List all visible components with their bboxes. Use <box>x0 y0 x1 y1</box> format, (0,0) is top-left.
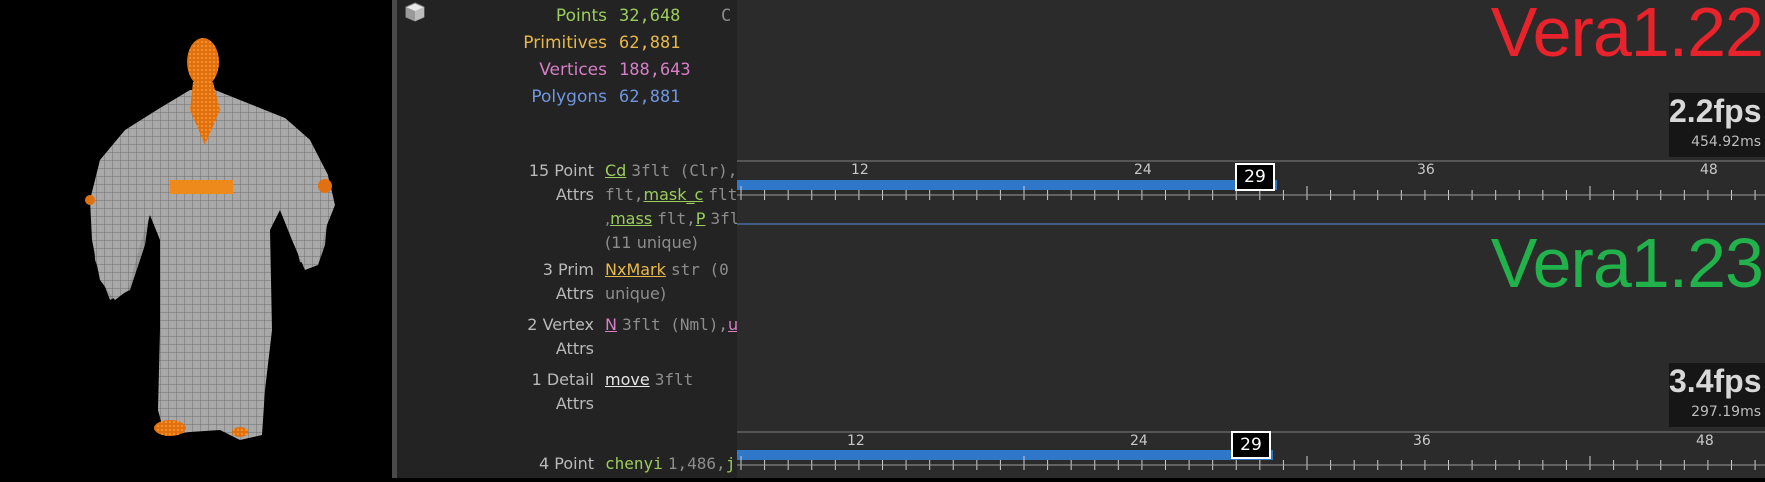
tick-24-bottom: 24 <box>1130 433 1148 449</box>
attr-p-link[interactable]: P <box>696 209 706 228</box>
attr-n-link[interactable]: N <box>605 315 617 334</box>
tick-12-top: 12 <box>851 162 869 178</box>
point-attrs-word: Attrs <box>555 185 594 204</box>
prim-attrs-list: NxMark str (0 un unique) <box>605 258 737 306</box>
tick-24-top: 24 <box>1134 162 1152 178</box>
point-attrs-label: 15 Point Attrs <box>397 159 594 207</box>
ms-top: 454.92ms <box>1691 134 1761 150</box>
vertices-label: Vertices <box>539 60 607 80</box>
tick-12-bottom: 12 <box>847 433 865 449</box>
vertex-attrs-word: Attrs <box>555 339 594 358</box>
detail-attrs-label: 1 Detail Attrs <box>397 368 594 416</box>
vertex-attrs-count: 2 Vertex <box>527 315 594 334</box>
points-label: Points <box>555 6 607 26</box>
point-attrs-list: Cd 3flt (Clr),dra flt,mask_c flt ,mass f… <box>605 159 737 255</box>
perf-panel-top: Vera1.22 2.2fps 454.92ms 12 24 36 48 29 <box>737 0 1765 225</box>
tick-36-bottom: 36 <box>1413 433 1431 449</box>
attr-cd-link[interactable]: Cd <box>605 161 626 180</box>
tick-48-bottom: 48 <box>1696 433 1714 449</box>
tick-48-top: 48 <box>1700 162 1718 178</box>
attr-nxmark-type: str (0 un <box>670 260 737 279</box>
point-unique-count: (11 unique) <box>605 233 698 252</box>
prim-unique-count: unique) <box>605 284 667 303</box>
attr-p-type: 3fl <box>710 209 737 228</box>
column-cutoff: C <box>721 6 732 26</box>
detail-attrs-list: move 3flt <box>605 368 737 392</box>
geometry-info-panel: Points 32,648 C Primitives 62,881 Vertic… <box>397 0 737 478</box>
primitives-label: Primitives <box>523 33 607 53</box>
perf-panel-bottom: Vera1.23 3.4fps 297.19ms 12 24 36 48 29 <box>737 225 1765 478</box>
attr-uv-link[interactable]: uv <box>728 315 737 334</box>
point2-attrs-label: 4 Point <box>539 454 594 473</box>
attr-move-type: 3flt <box>654 370 694 389</box>
vertices-value: 188,643 <box>619 60 691 80</box>
points-value: 32,648 <box>619 6 681 26</box>
attr-chenyi-value: 1,486, <box>667 454 726 473</box>
prim-attrs-label: 3 Prim Attrs <box>397 258 594 306</box>
attr-cd-type: 3flt (Clr), <box>631 161 737 180</box>
attr-mask-type: flt <box>708 185 737 204</box>
fps-top: 2.2fps <box>1669 93 1762 129</box>
timeline-bottom[interactable]: 12 24 36 48 29 <box>737 429 1765 478</box>
attr-chenyi[interactable]: chenyi <box>605 454 663 473</box>
version-label-bottom: Vera1.23 <box>1490 225 1764 302</box>
detail-attrs-count: 1 Detail <box>531 370 594 389</box>
ms-bottom: 297.19ms <box>1691 404 1761 420</box>
fps-box-bottom: 3.4fps 297.19ms <box>1669 363 1765 427</box>
frame-marker-bottom[interactable]: 29 <box>1231 431 1271 459</box>
garment-model-image <box>85 38 335 440</box>
fps-box-top: 2.2fps 454.92ms <box>1669 93 1765 157</box>
version-label-top: Vera1.22 <box>1490 0 1764 71</box>
vertex-attrs-label: 2 Vertex Attrs <box>397 313 594 361</box>
vertex-attrs-list: N 3flt (Nml),uv <box>605 313 737 337</box>
fps-bottom: 3.4fps <box>1669 363 1762 399</box>
attr-mass-link[interactable]: mass <box>610 209 652 228</box>
frame-marker-top[interactable]: 29 <box>1235 163 1275 191</box>
primitives-value: 62,881 <box>619 33 681 53</box>
attr-n-type: 3flt (Nml), <box>622 315 729 334</box>
point2-attrs-list: chenyi 1,486,j <box>605 452 737 476</box>
attr-move-link[interactable]: move <box>605 370 650 389</box>
viewport-3d[interactable] <box>0 0 392 478</box>
attr-flt-type: flt, <box>605 185 644 204</box>
attr-mass-type: flt, <box>657 209 696 228</box>
attr-j[interactable]: j <box>726 454 736 473</box>
attr-nxmark-link[interactable]: NxMark <box>605 260 666 279</box>
polygons-value: 62,881 <box>619 87 681 107</box>
attr-mask-link[interactable]: mask_c <box>644 185 704 204</box>
prim-attrs-count: 3 Prim <box>542 260 594 279</box>
point-attrs-count: 15 Point <box>528 161 594 180</box>
prim-attrs-word: Attrs <box>555 284 594 303</box>
polygons-label: Polygons <box>531 87 607 107</box>
detail-attrs-word: Attrs <box>555 394 594 413</box>
tick-36-top: 36 <box>1417 162 1435 178</box>
timeline-top[interactable]: 12 24 36 48 29 <box>737 158 1765 208</box>
